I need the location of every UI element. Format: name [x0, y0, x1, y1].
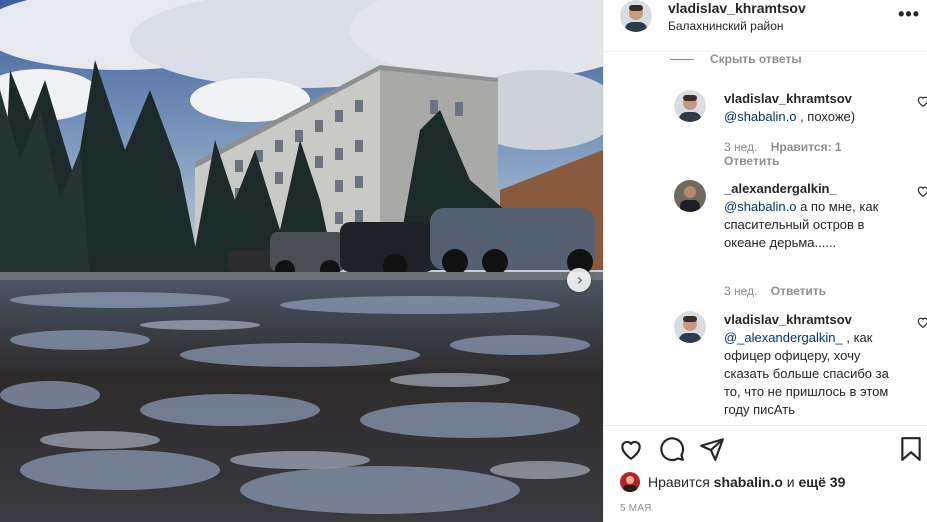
comments-list[interactable]: Скрыть ответы vladislav_khramtsov @shaba… [604, 52, 927, 425]
photo-scene [0, 0, 603, 522]
heart-icon[interactable] [916, 315, 927, 329]
post-date[interactable]: 5 МАЯ [620, 503, 652, 514]
comment-mention[interactable]: @shabalin.o [724, 199, 796, 214]
comment-likes[interactable]: Нравится: 1 [771, 140, 842, 154]
reply-button[interactable]: Ответить [724, 154, 779, 168]
hide-replies-label: Скрыть ответы [710, 52, 802, 66]
author-username[interactable]: vladislav_khramtsov [668, 0, 806, 16]
comment-body: , похоже) [796, 109, 856, 124]
commenter-avatar[interactable] [674, 180, 706, 212]
likes-summary: Нравится shabalin.o и ещё 39 [620, 472, 845, 492]
comment-mention[interactable]: @shabalin.o [724, 109, 796, 124]
send-icon[interactable] [699, 436, 725, 462]
heart-icon[interactable] [916, 184, 927, 198]
commenter-avatar[interactable] [674, 90, 706, 122]
bookmark-icon[interactable] [898, 436, 924, 462]
comment-text: _alexandergalkin_ @shabalin.o а по мне, … [724, 180, 894, 252]
more-options-icon[interactable]: ••• [898, 4, 920, 25]
reply-button[interactable]: Ответить [771, 284, 826, 298]
likes-connector: и [786, 474, 795, 490]
post-header: vladislav_khramtsov Балахнинский район •… [604, 0, 927, 52]
comment-author[interactable]: _alexandergalkin_ [724, 181, 837, 196]
comment-text: vladislav_khramtsov @_alexandergalkin_ ,… [724, 311, 894, 419]
comment-meta: 3 нед. Ответить [724, 284, 826, 298]
comment-icon[interactable] [659, 436, 685, 462]
comment-mention[interactable]: @_alexandergalkin_ [724, 330, 843, 345]
hide-replies-button[interactable]: Скрыть ответы [670, 52, 802, 66]
chevron-right-icon: › [576, 270, 584, 289]
comment-time[interactable]: 3 нед. [724, 140, 757, 154]
comment-item: _alexandergalkin_ @shabalin.o а по мне, … [674, 180, 927, 300]
comment-author[interactable]: vladislav_khramtsov [724, 91, 852, 106]
comment-time[interactable]: 3 нед. [724, 284, 757, 298]
comment-meta: 3 нед. Нравится: 1 Ответить [724, 140, 842, 168]
comment-item: vladislav_khramtsov @_alexandergalkin_ ,… [674, 311, 927, 425]
comment-item: vladislav_khramtsov @shabalin.o , похоже… [674, 90, 927, 170]
liker-username[interactable]: shabalin.o [714, 474, 783, 490]
post-location[interactable]: Балахнинский район [668, 19, 784, 33]
comment-author[interactable]: vladislav_khramtsov [724, 312, 852, 327]
post-photo[interactable]: › [0, 0, 603, 522]
heart-icon[interactable] [916, 94, 927, 108]
commenter-avatar[interactable] [674, 311, 706, 343]
next-photo-button[interactable]: › [567, 268, 591, 292]
liker-avatar[interactable] [620, 472, 640, 492]
author-avatar[interactable] [620, 0, 652, 32]
comment-text: vladislav_khramtsov @shabalin.o , похоже… [724, 90, 894, 126]
likes-prefix: Нравится [648, 474, 710, 490]
post-panel: vladislav_khramtsov Балахнинский район •… [603, 0, 927, 522]
likes-others[interactable]: ещё 39 [799, 474, 846, 490]
post-actions: Нравится shabalin.o и ещё 39 5 МАЯ [604, 425, 927, 522]
divider-line [670, 58, 694, 60]
heart-icon[interactable] [618, 436, 644, 462]
